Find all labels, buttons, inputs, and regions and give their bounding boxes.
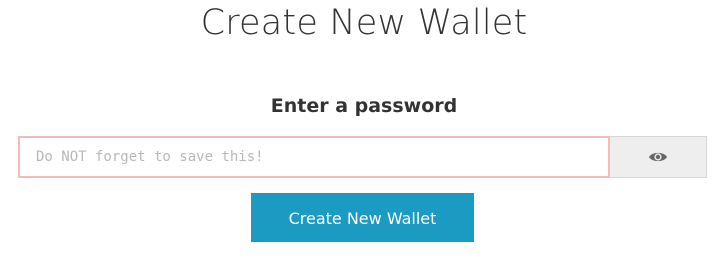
eye-icon xyxy=(648,150,668,164)
password-prompt-label: Enter a password xyxy=(270,95,458,117)
create-wallet-page: Create New Wallet Enter a password Creat… xyxy=(0,0,728,260)
password-input[interactable] xyxy=(18,136,610,178)
toggle-password-visibility-button[interactable] xyxy=(610,136,707,178)
create-new-wallet-button[interactable]: Create New Wallet xyxy=(251,193,474,242)
page-title: Create New Wallet xyxy=(200,3,528,43)
